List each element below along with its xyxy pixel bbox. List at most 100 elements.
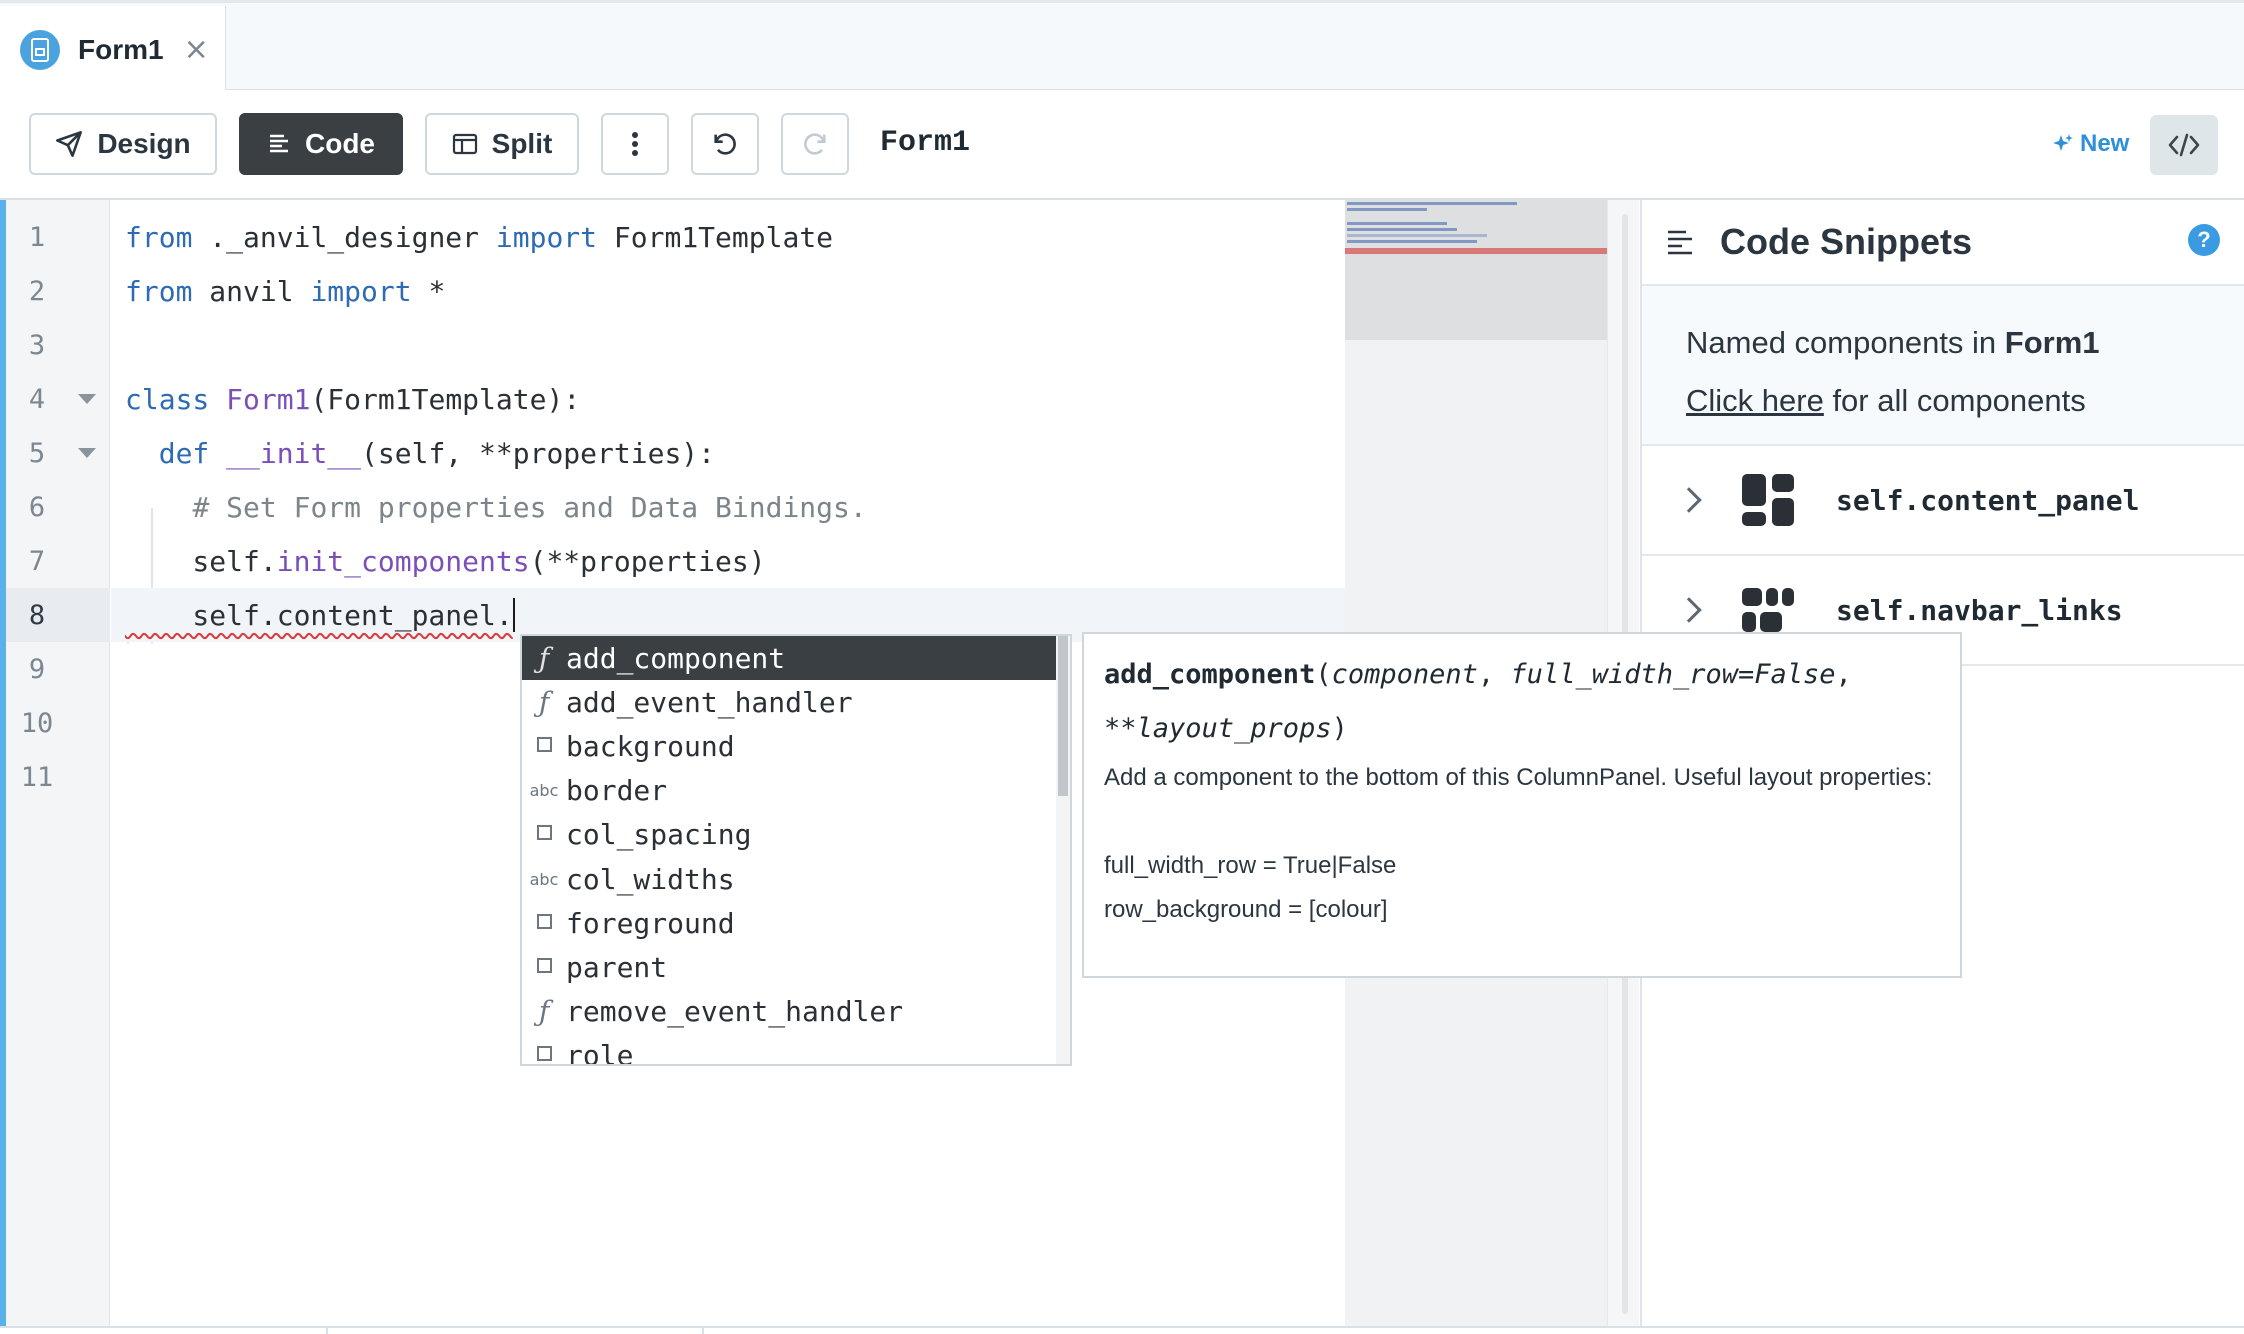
redo-button[interactable] xyxy=(781,113,849,175)
line-number-label: 11 xyxy=(20,761,54,793)
fold-arrow-icon[interactable] xyxy=(78,394,96,404)
code-line-content: self.content_panel. xyxy=(111,598,513,632)
line-number-gutter: 1 2 3 4 5 6 7 8 9 10 11 xyxy=(6,200,110,1326)
autocomplete-item[interactable]: parent xyxy=(522,945,1058,989)
code-token: (**properties) xyxy=(529,544,766,578)
autocomplete-item-label: remove_event_handler xyxy=(566,995,904,1029)
autocomplete-item-label: add_component xyxy=(566,641,786,675)
new-button[interactable]: New xyxy=(2052,130,2129,158)
code-token: import xyxy=(310,274,412,308)
code-token: ._anvil_designer xyxy=(192,220,496,254)
status-segment xyxy=(0,1328,328,1334)
line-number: 7 xyxy=(6,534,110,588)
property-icon xyxy=(522,736,566,756)
autocomplete-scrollbar-thumb[interactable] xyxy=(1058,636,1068,796)
flow-panel-icon xyxy=(1740,582,1796,638)
autocomplete-item-label: col_spacing xyxy=(566,818,752,852)
line-number: 1 xyxy=(6,210,110,264)
minimap-line xyxy=(1347,240,1477,243)
autocomplete-scrollbar[interactable] xyxy=(1056,636,1070,1064)
component-name: self.navbar_links xyxy=(1836,593,2123,627)
line-number: 4 xyxy=(6,372,110,426)
line-number: 3 xyxy=(6,318,110,372)
help-icon[interactable]: ? xyxy=(2188,224,2220,256)
code-line[interactable]: # Set Form properties and Data Bindings. xyxy=(111,480,1345,534)
code-token: Form1Template xyxy=(597,220,834,254)
autocomplete-item[interactable]: ƒ add_event_handler xyxy=(522,680,1058,724)
minimap-viewport[interactable] xyxy=(1345,200,1607,340)
minimap-line xyxy=(1347,228,1457,231)
fold-arrow-icon[interactable] xyxy=(78,448,96,458)
code-view-button[interactable] xyxy=(2150,115,2218,175)
line-number-label: 10 xyxy=(20,707,54,739)
line-number-label: 1 xyxy=(28,221,46,253)
split-button[interactable]: Split xyxy=(425,113,579,175)
minimap-line xyxy=(1347,234,1487,237)
string-icon: abc xyxy=(529,781,559,801)
code-token: from xyxy=(125,220,193,254)
undo-button[interactable] xyxy=(691,113,759,175)
code-line-content: self.init_components(**properties) xyxy=(111,544,766,578)
chevron-right-icon[interactable] xyxy=(1676,487,1702,513)
code-line-content: from ._anvil_designer import Form1Templa… xyxy=(111,221,833,254)
more-options-button[interactable] xyxy=(601,113,669,175)
doc-arg: full_width_row=False xyxy=(1510,659,1836,690)
code-line[interactable]: from anvil import * xyxy=(111,264,1345,318)
doc-function-name: add_component xyxy=(1104,659,1316,690)
form-name: Form1 xyxy=(2004,325,2100,360)
line-number-label: 2 xyxy=(28,275,46,307)
code-line[interactable] xyxy=(111,318,1345,372)
doc-separator: , xyxy=(1835,659,1852,690)
form-title: Form1 xyxy=(880,126,971,160)
minimap-line xyxy=(1347,202,1517,205)
line-number-label: 9 xyxy=(28,653,46,685)
click-here-link[interactable]: Click here xyxy=(1686,383,1824,418)
named-components-text: Named components in xyxy=(1686,325,2005,360)
autocomplete-item[interactable]: background xyxy=(522,724,1058,768)
line-number-label: 4 xyxy=(28,383,46,415)
autocomplete-item[interactable]: role xyxy=(522,1034,1058,1064)
component-row-content-panel[interactable]: self.content_panel xyxy=(1642,446,2244,556)
code-line[interactable]: self.init_components(**properties) xyxy=(111,534,1345,588)
autocomplete-item[interactable]: foreground xyxy=(522,901,1058,945)
send-icon xyxy=(56,131,83,157)
autocomplete-item[interactable]: ƒ add_component xyxy=(522,636,1058,680)
code-line[interactable]: class Form1(Form1Template): xyxy=(111,372,1345,426)
design-label: Design xyxy=(97,128,191,159)
autocomplete-item[interactable]: ƒ remove_event_handler xyxy=(522,990,1058,1034)
chevron-right-icon[interactable] xyxy=(1676,597,1702,623)
tab-label: Form1 xyxy=(78,33,164,65)
code-line[interactable]: def __init__(self, **properties): xyxy=(111,426,1345,480)
autocomplete-item[interactable]: abc col_widths xyxy=(522,857,1058,901)
line-number-label: 3 xyxy=(28,329,46,361)
code-token: class xyxy=(125,382,210,416)
autocomplete-item[interactable]: abc border xyxy=(522,769,1058,813)
code-token: Form1 xyxy=(226,382,311,416)
design-button[interactable]: Design xyxy=(29,113,217,175)
code-token: self.content_panel. xyxy=(125,598,513,632)
doc-arg: component xyxy=(1331,659,1478,690)
code-token: # Set Form properties and Data Bindings. xyxy=(192,490,867,524)
line-number: 5 xyxy=(6,426,110,480)
autocomplete-item-label: parent xyxy=(566,950,668,984)
column-panel-icon xyxy=(1740,472,1796,528)
line-number-label: 8 xyxy=(28,599,46,631)
code-token: init_components xyxy=(276,544,530,578)
code-button[interactable]: Code xyxy=(239,113,403,175)
autocomplete-item[interactable]: col_spacing xyxy=(522,813,1058,857)
code-token: (self, **properties): xyxy=(361,436,716,470)
close-icon[interactable]: × xyxy=(184,34,209,65)
autocomplete-doc-popup: add_component(component, full_width_row=… xyxy=(1082,632,1962,978)
function-icon: ƒ xyxy=(538,641,550,675)
property-icon xyxy=(522,913,566,933)
text-cursor xyxy=(512,598,515,632)
code-line[interactable]: from ._anvil_designer import Form1Templa… xyxy=(111,210,1345,264)
function-icon: ƒ xyxy=(538,685,550,719)
tab-form1[interactable]: Form1 × xyxy=(0,6,226,93)
line-number: 10 xyxy=(6,696,110,750)
autocomplete-list[interactable]: role ƒ remove_event_handler parent foregroun… xyxy=(520,634,1072,1066)
